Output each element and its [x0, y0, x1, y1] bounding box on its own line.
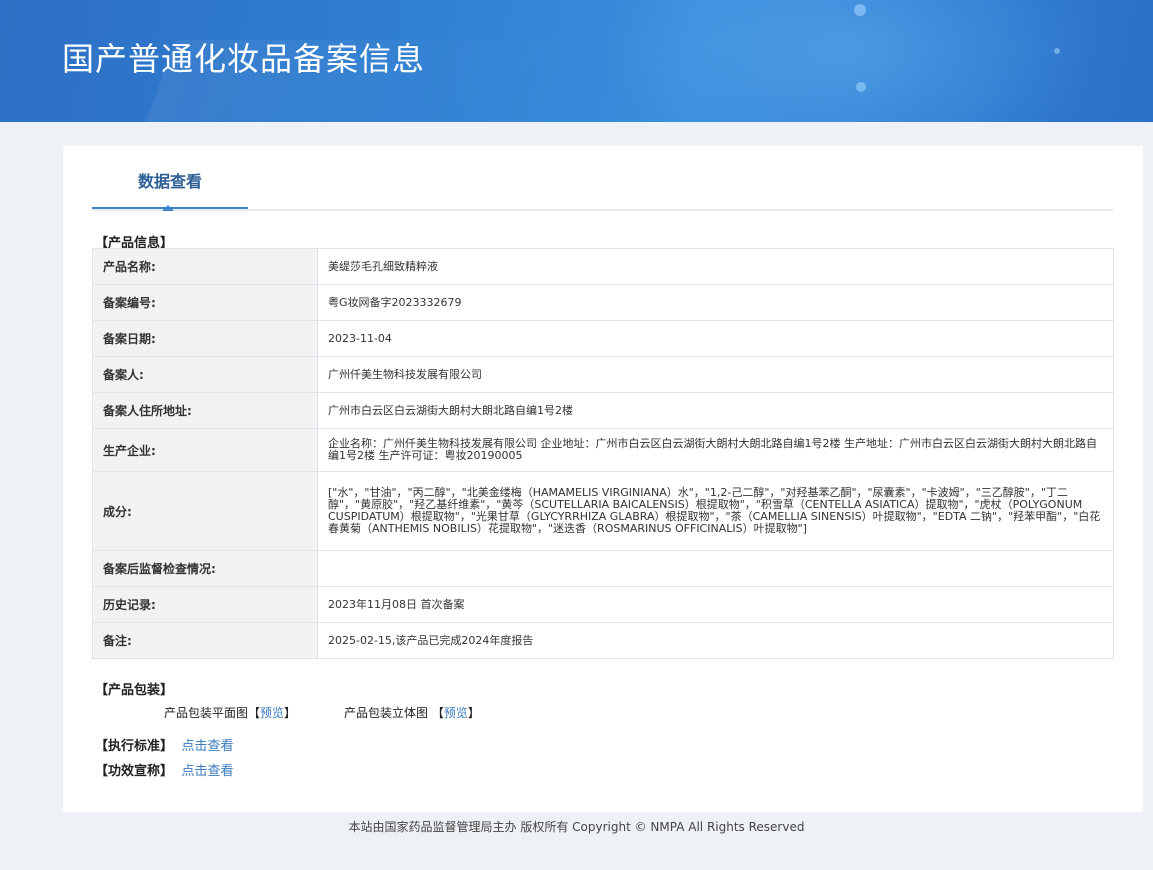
table-row: 历史记录: 2023年11月08日 首次备案: [92, 586, 1114, 623]
banner-dot: [1054, 48, 1060, 54]
packaging-stereo-label: 产品包装立体图: [344, 706, 429, 720]
standard-item: 【执行标准】 点击查看: [95, 735, 234, 754]
header-banner: 国产普通化妆品备案信息: [0, 0, 1153, 122]
bracket-open: 【: [431, 706, 444, 720]
page-title: 国产普通化妆品备案信息: [62, 40, 426, 78]
table-row: 产品名称: 美缇莎毛孔细致精粹液: [92, 248, 1114, 285]
table-row: 备案人: 广州仟美生物科技发展有限公司: [92, 356, 1114, 393]
row-key: 产品名称:: [92, 248, 318, 285]
row-value: 2025-02-15,该产品已完成2024年度报告: [317, 622, 1114, 659]
row-key: 备案人住所地址:: [92, 392, 318, 429]
bracket-open: 【: [248, 706, 261, 720]
standard-view-link[interactable]: 点击查看: [182, 739, 234, 754]
product-info-table: 产品名称: 美缇莎毛孔细致精粹液 备案编号: 粤G妆网备字2023332679 …: [92, 248, 1114, 659]
row-value: 2023年11月08日 首次备案: [317, 586, 1114, 623]
row-key: 生产企业:: [92, 428, 318, 472]
row-key: 历史记录:: [92, 586, 318, 623]
banner-glow: [600, 0, 1100, 122]
table-row: 备案日期: 2023-11-04: [92, 320, 1114, 357]
efficacy-label: 【功效宣称】: [95, 764, 174, 779]
efficacy-item: 【功效宣称】 点击查看: [95, 760, 234, 779]
packaging-flat-item: 产品包装平面图【预览】: [164, 704, 296, 721]
packaging-flat-label: 产品包装平面图: [164, 706, 249, 720]
row-key: 备案编号:: [92, 284, 318, 321]
row-value: 企业名称：广州仟美生物科技发展有限公司 企业地址：广州市白云区白云湖街大朗村大朗…: [317, 428, 1114, 472]
bracket-close: 】: [284, 706, 297, 720]
row-key: 备案人:: [92, 356, 318, 393]
row-value: 美缇莎毛孔细致精粹液: [317, 248, 1114, 285]
preview-stereo-link[interactable]: 预览: [444, 706, 468, 720]
table-row: 生产企业: 企业名称：广州仟美生物科技发展有限公司 企业地址：广州市白云区白云湖…: [92, 428, 1114, 472]
packaging-label: 【产品包装】: [95, 683, 174, 698]
table-row: 成分: ["水"，"甘油"，"丙二醇"，"北美金缕梅（HAMAMELIS VIR…: [92, 471, 1114, 551]
row-value: 广州仟美生物科技发展有限公司: [317, 356, 1114, 393]
banner-dot: [854, 4, 866, 16]
row-value: 粤G妆网备字2023332679: [317, 284, 1114, 321]
bracket-close: 】: [467, 706, 480, 720]
table-row: 备案后监督检查情况:: [92, 550, 1114, 587]
row-value: [317, 550, 1114, 587]
standard-label: 【执行标准】: [95, 739, 174, 754]
row-value: 广州市白云区白云湖街大朗村大朗北路自编1号2楼: [317, 392, 1114, 429]
efficacy-view-link[interactable]: 点击查看: [182, 764, 234, 779]
row-key: 备案后监督检查情况:: [92, 550, 318, 587]
tab-bar: 数据查看: [92, 146, 1113, 211]
row-key: 备注:: [92, 622, 318, 659]
content-card: 数据查看 【产品信息】 产品名称: 美缇莎毛孔细致精粹液 备案编号: 粤G妆网备…: [63, 146, 1143, 812]
footer-copyright: 本站由国家药品监督管理局主办 版权所有 Copyright © NMPA All…: [348, 820, 805, 834]
packaging-stereo-item: 产品包装立体图 【预览】: [344, 704, 480, 721]
row-key: 成分:: [92, 471, 318, 551]
row-key: 备案日期:: [92, 320, 318, 357]
table-row: 备案人住所地址: 广州市白云区白云湖街大朗村大朗北路自编1号2楼: [92, 392, 1114, 429]
tab-active-caret-icon: [162, 205, 174, 211]
tab-data-view[interactable]: 数据查看: [92, 146, 248, 209]
table-row: 备注: 2025-02-15,该产品已完成2024年度报告: [92, 622, 1114, 659]
banner-dot: [856, 82, 866, 92]
row-value: 2023-11-04: [317, 320, 1114, 357]
preview-flat-link[interactable]: 预览: [260, 706, 284, 720]
row-value: ["水"，"甘油"，"丙二醇"，"北美金缕梅（HAMAMELIS VIRGINI…: [317, 471, 1114, 551]
table-row: 备案编号: 粤G妆网备字2023332679: [92, 284, 1114, 321]
